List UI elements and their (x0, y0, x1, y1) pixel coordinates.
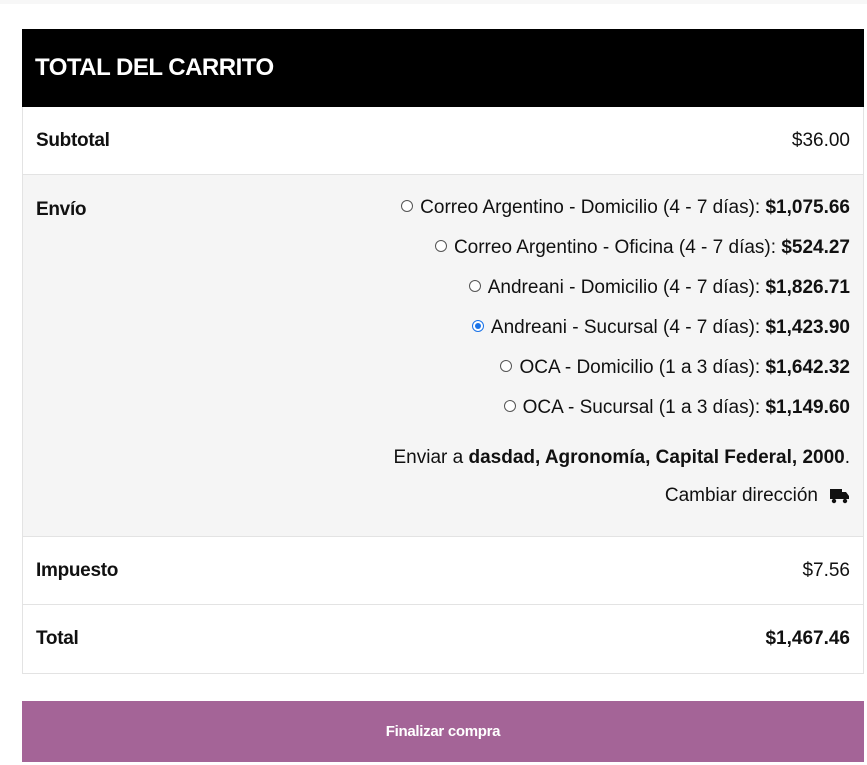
shipping-row: Envío Correo Argentino - Domicilio (4 - … (23, 175, 863, 537)
shipping-method-radio[interactable] (468, 280, 481, 292)
shipping-method-radio[interactable] (434, 240, 447, 252)
shipping-method-price: $1,149.60 (765, 397, 850, 418)
shipping-method-price: $1,826.71 (765, 277, 850, 298)
shipping-method[interactable]: Correo Argentino - Oficina (4 - 7 días):… (393, 237, 850, 277)
checkout-button[interactable]: Finalizar compra (22, 701, 864, 762)
cart-totals-header: TOTAL DEL CARRITO (22, 29, 864, 107)
subtotal-row: Subtotal $36.00 (23, 107, 863, 175)
shipping-options: Correo Argentino - Domicilio (4 - 7 días… (393, 197, 850, 507)
destination-suffix: . (844, 447, 850, 468)
tax-label: Impuesto (36, 559, 119, 581)
shipping-method-name: OCA - Domicilio (1 a 3 días): (519, 357, 761, 378)
shipping-method-price: $1,423.90 (765, 317, 850, 338)
shipping-method[interactable]: Correo Argentino - Domicilio (4 - 7 días… (393, 197, 850, 237)
shipping-method[interactable]: Andreani - Domicilio (4 - 7 días): $1,82… (393, 277, 850, 317)
shipping-method-name: Andreani - Sucursal (4 - 7 días): (490, 317, 761, 338)
shipping-method-price: $1,642.32 (765, 357, 850, 378)
order-total-value: $1,467.46 (765, 628, 850, 649)
shipping-label: Envío (36, 199, 87, 220)
shipping-method-name: Andreani - Domicilio (4 - 7 días): (487, 277, 761, 298)
shipping-method[interactable]: OCA - Domicilio (1 a 3 días): $1,642.32 (393, 357, 850, 397)
cart-totals-title: TOTAL DEL CARRITO (35, 54, 274, 81)
top-divider (0, 0, 867, 4)
tax-value: $7.56 (802, 559, 850, 581)
change-address-link[interactable]: Cambiar dirección (393, 485, 850, 507)
subtotal-label: Subtotal (36, 129, 110, 151)
shipping-method-price: $1,075.66 (765, 197, 850, 218)
shipping-methods-list: Correo Argentino - Domicilio (4 - 7 días… (393, 197, 850, 437)
change-address-label[interactable]: Cambiar dirección (665, 485, 818, 507)
shipping-method-radio[interactable] (500, 360, 513, 372)
shipping-method-name: Correo Argentino - Domicilio (4 - 7 días… (420, 197, 761, 218)
cart-totals-table: Subtotal $36.00 Envío Correo Argentino -… (22, 107, 864, 674)
shipping-destination: Enviar a dasdad, Agronomía, Capital Fede… (393, 447, 850, 469)
order-total-label: Total (36, 628, 79, 649)
shipping-method[interactable]: Andreani - Sucursal (4 - 7 días): $1,423… (393, 317, 850, 357)
shipping-method-radio[interactable] (401, 200, 414, 212)
order-total-row: Total $1,467.46 (23, 605, 863, 674)
shipping-method-radio-selected[interactable] (471, 320, 484, 332)
shipping-method-price: $524.27 (781, 237, 850, 258)
shipping-method-name: Correo Argentino - Oficina (4 - 7 días): (453, 237, 777, 258)
shipping-method[interactable]: OCA - Sucursal (1 a 3 días): $1,149.60 (393, 397, 850, 437)
shipping-method-radio[interactable] (503, 400, 516, 412)
truck-icon[interactable] (830, 488, 850, 504)
destination-prefix: Enviar a (393, 447, 464, 468)
destination-address: dasdad, Agronomía, Capital Federal, 2000 (468, 447, 845, 468)
tax-row: Impuesto $7.56 (23, 537, 863, 605)
cart-totals: TOTAL DEL CARRITO Subtotal $36.00 Envío … (22, 29, 864, 674)
subtotal-value: $36.00 (791, 129, 850, 151)
shipping-method-name: OCA - Sucursal (1 a 3 días): (522, 397, 761, 418)
